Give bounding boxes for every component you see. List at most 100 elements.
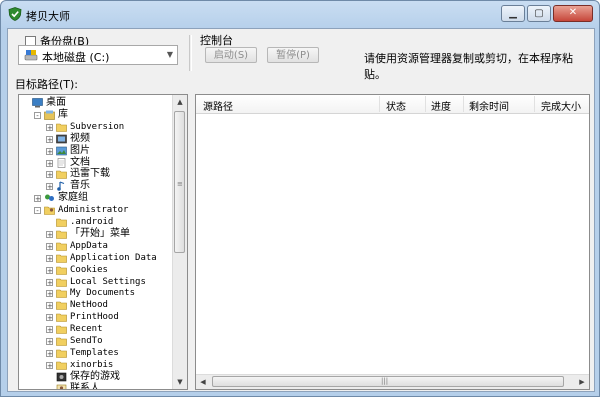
expand-icon[interactable]: +: [46, 338, 53, 346]
video-icon: [56, 134, 67, 143]
collapse-icon[interactable]: -: [34, 111, 41, 119]
tree-item-label: Administrator: [58, 205, 129, 216]
tree-item[interactable]: 保存的游戏: [19, 371, 174, 383]
close-icon: ✕: [568, 7, 578, 18]
tree-item[interactable]: + Recent: [19, 323, 174, 335]
backup-drive-select[interactable]: 本地磁盘 (C:) ▼: [18, 45, 178, 65]
tree-item[interactable]: + Templates: [19, 347, 174, 359]
column-divider[interactable]: [534, 96, 535, 112]
document-icon: [57, 157, 66, 168]
tree-item-label: Templates: [70, 347, 119, 358]
tree-item[interactable]: + 「开始」菜单: [19, 228, 174, 240]
expand-icon[interactable]: +: [46, 266, 53, 274]
tree-item[interactable]: + Local Settings: [19, 276, 174, 288]
tree-item[interactable]: .android: [19, 216, 174, 228]
tree-item[interactable]: + NetHood: [19, 299, 174, 311]
tree-item-label: Local Settings: [70, 276, 146, 287]
tree-item[interactable]: + 文档: [19, 157, 174, 169]
tree-item-label: 迅雷下载: [70, 168, 110, 180]
tree-item[interactable]: + Subversion: [19, 121, 174, 133]
col-source-path[interactable]: 源路径: [203, 98, 233, 113]
folder-icon: [56, 266, 67, 275]
library-icon: [44, 110, 55, 120]
tree-item[interactable]: + PrintHood: [19, 311, 174, 323]
folder-icon: [56, 313, 67, 322]
scroll-left-icon[interactable]: ◀: [196, 375, 210, 389]
expand-icon[interactable]: +: [46, 290, 53, 298]
tree-item[interactable]: + AppData: [19, 240, 174, 252]
tree-item-label: Recent: [70, 324, 103, 335]
tree-vertical-scrollbar[interactable]: ▲ ≡ ▼: [172, 95, 187, 389]
tree-item[interactable]: + 视频: [19, 133, 174, 145]
tree-item-label: My Documents: [70, 288, 136, 299]
expand-icon[interactable]: +: [46, 147, 53, 155]
tree-item[interactable]: + Application Data: [19, 252, 174, 264]
tree-item-label: 桌面: [46, 97, 66, 108]
desktop-icon: [32, 98, 43, 108]
expand-icon[interactable]: +: [34, 195, 41, 203]
expand-icon[interactable]: +: [46, 349, 53, 357]
tree-item[interactable]: + SendTo: [19, 335, 174, 347]
expand-icon[interactable]: +: [46, 302, 53, 310]
column-divider[interactable]: [425, 96, 426, 112]
tree-item[interactable]: + My Documents: [19, 287, 174, 299]
folder-icon: [56, 171, 67, 180]
tree-item[interactable]: + 迅雷下载: [19, 168, 174, 180]
tree-item-label: AppData: [70, 240, 108, 251]
tree-item[interactable]: + Cookies: [19, 264, 174, 276]
folder-tree[interactable]: 联系人 保存的游戏 + xinorbis + Templates + SendTo + Recen…: [18, 94, 188, 390]
tree-item-label: Cookies: [70, 264, 108, 275]
expand-icon[interactable]: +: [46, 230, 53, 238]
tree-item[interactable]: + xinorbis: [19, 359, 174, 371]
collapse-icon[interactable]: -: [34, 207, 41, 215]
title-bar[interactable]: 拷贝大师 ▁ ▢ ✕: [1, 1, 599, 28]
column-divider[interactable]: [463, 96, 464, 112]
tree-item[interactable]: + 图片: [19, 145, 174, 157]
expand-icon[interactable]: +: [46, 314, 53, 322]
tree-item[interactable]: 桌面: [19, 97, 174, 109]
grip-icon: ≡: [177, 180, 183, 188]
tree-item-label: 视频: [70, 132, 90, 144]
scroll-up-icon[interactable]: ▲: [173, 95, 187, 109]
maximize-button[interactable]: ▢: [527, 5, 551, 22]
hard-drive-icon: [24, 50, 38, 61]
expand-icon[interactable]: +: [46, 361, 53, 369]
shield-check-icon: [8, 7, 22, 21]
tree-item[interactable]: -库: [19, 109, 174, 121]
scroll-down-icon[interactable]: ▼: [173, 375, 187, 389]
expand-icon[interactable]: +: [46, 183, 53, 191]
expand-icon[interactable]: +: [46, 254, 53, 262]
pause-button[interactable]: 暂停(P): [267, 47, 319, 63]
tree-item[interactable]: 联系人: [19, 383, 174, 389]
minimize-button[interactable]: ▁: [501, 5, 525, 22]
tree-item-label: xinorbis: [70, 359, 114, 370]
col-remaining-time[interactable]: 剩余时间: [469, 98, 509, 113]
tree-item-label: 「开始」菜单: [70, 227, 130, 239]
list-horizontal-scrollbar[interactable]: ◀ ||| ▶: [196, 374, 589, 389]
expand-icon[interactable]: +: [46, 278, 53, 286]
tree-item-label: 保存的游戏: [70, 370, 120, 382]
tree-item[interactable]: + 音乐: [19, 180, 174, 192]
scroll-right-icon[interactable]: ▶: [575, 375, 589, 389]
expand-icon[interactable]: +: [46, 159, 53, 167]
chevron-down-icon[interactable]: ▼: [163, 46, 177, 64]
tree-item-label: 库: [58, 108, 68, 120]
col-progress[interactable]: 进度: [431, 98, 451, 113]
expand-icon[interactable]: +: [46, 326, 53, 334]
expand-icon[interactable]: +: [46, 242, 53, 250]
close-button[interactable]: ✕: [553, 5, 593, 22]
user-folder-icon: [44, 206, 55, 215]
tree-item[interactable]: + 家庭组: [19, 192, 174, 204]
col-completed-size[interactable]: 完成大小: [541, 98, 581, 113]
scroll-thumb[interactable]: ≡: [174, 111, 185, 253]
column-divider[interactable]: [379, 96, 380, 112]
expand-icon[interactable]: +: [46, 171, 53, 179]
tree-item[interactable]: - Administrator: [19, 204, 174, 216]
scroll-thumb[interactable]: |||: [212, 376, 564, 387]
start-button[interactable]: 启动(S): [205, 47, 257, 63]
control-group-label: 控制台: [200, 34, 233, 47]
expand-icon[interactable]: +: [46, 135, 53, 143]
copy-task-list[interactable]: 源路径 状态 进度 剩余时间 完成大小 ◀ ||| ▶: [195, 94, 590, 390]
expand-icon[interactable]: +: [46, 123, 53, 131]
col-status[interactable]: 状态: [386, 98, 406, 113]
